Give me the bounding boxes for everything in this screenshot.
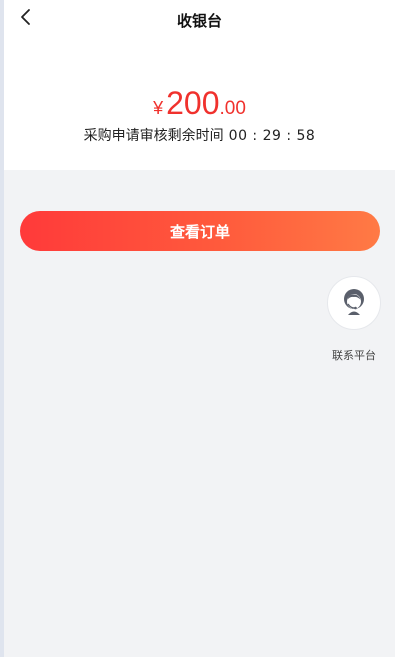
countdown-label: 采购申请审核剩余时间: [83, 128, 224, 144]
payment-header: 收银台 ¥200.00 采购申请审核剩余时间 00 : 29 : 58: [4, 0, 395, 170]
amount-decimal: .00: [219, 98, 246, 119]
payment-amount: ¥200.00: [4, 85, 395, 128]
view-order-button[interactable]: 查看订单: [20, 211, 380, 251]
contact-platform-button[interactable]: [327, 276, 381, 330]
amount-integer: 200: [166, 85, 220, 121]
page-title: 收银台: [176, 12, 222, 30]
contact-platform-label: 联系平台: [332, 349, 376, 362]
currency-symbol: ¥: [153, 98, 164, 118]
review-countdown: 采购申请审核剩余时间 00 : 29 : 58: [4, 125, 395, 145]
customer-service-icon: [339, 286, 369, 320]
countdown-time: 00 : 29 : 58: [228, 128, 316, 144]
